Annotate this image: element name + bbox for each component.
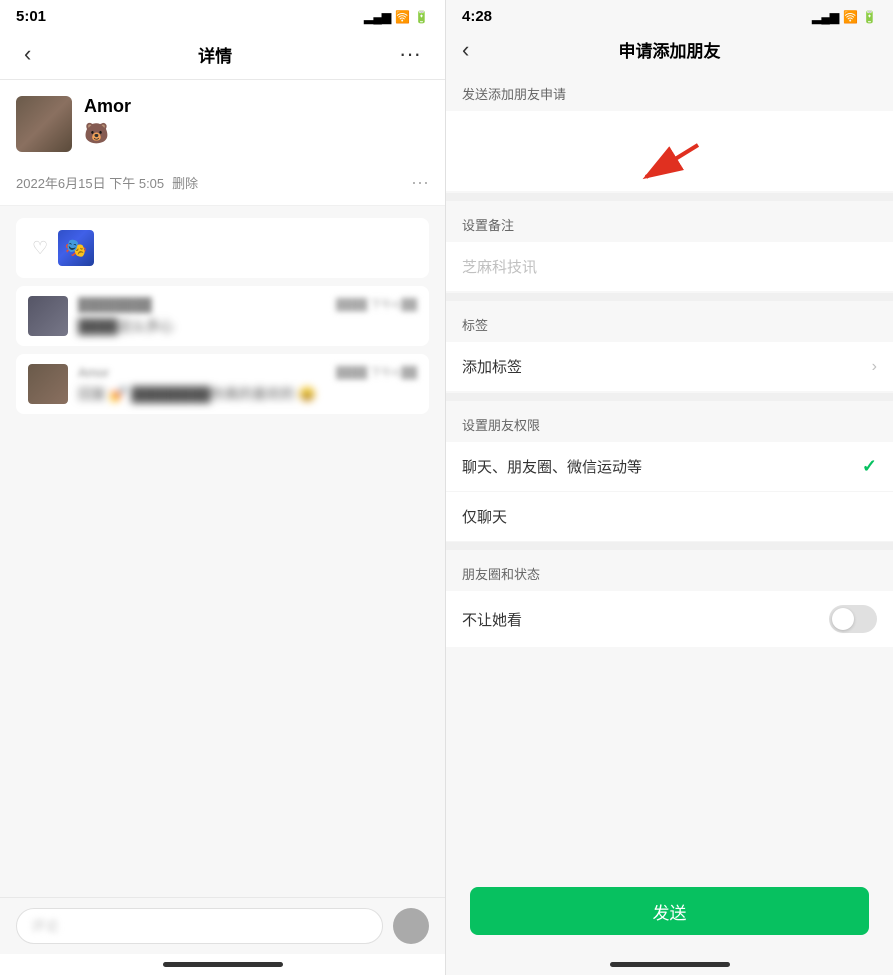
send-request-label: 发送添加朋友申请 — [446, 70, 893, 111]
left-panel: 5:01 ▂▄▆ 🛜 🔋 ‹ 详情 ··· Amor 🐻 2022年6月15日 … — [0, 0, 446, 975]
like-avatar-image: 🎭 — [58, 230, 94, 266]
avatar-image — [16, 96, 72, 152]
right-wifi-icon: 🛜 — [843, 10, 858, 24]
post-avatar-2 — [28, 364, 68, 404]
comment-placeholder: 评论 — [31, 916, 59, 936]
right-battery-icon: 🔋 — [862, 10, 877, 24]
note-input[interactable]: 芝麻科技讯 — [446, 242, 893, 291]
battery-icon: 🔋 — [414, 10, 429, 24]
add-tag-label: 添加标签 — [462, 356, 522, 377]
profile-section: Amor 🐻 — [0, 80, 445, 168]
tag-section-label: 标签 — [446, 301, 893, 342]
note-label: 设置备注 — [446, 201, 893, 242]
send-button[interactable]: 发送 — [470, 887, 869, 935]
post-header-1: ████████ ████ 下午4:██ — [78, 296, 417, 312]
message-input-area[interactable] — [446, 111, 893, 191]
meta-bar: 2022年6月15日 下午 5:05 删除 ··· — [0, 168, 445, 206]
post-content-2: Amor ████ 下午4:██ 回复 💅 ████████你真的喜欢的 😄 — [78, 364, 417, 404]
tag-row[interactable]: 添加标签 › — [446, 342, 893, 391]
profile-info: Amor 🐻 — [84, 96, 131, 146]
left-time: 5:01 — [16, 8, 46, 25]
divider-4 — [446, 542, 893, 550]
right-nav-title: 申请添加朋友 — [619, 37, 721, 62]
toggle-knob — [832, 608, 854, 630]
meta-more-button[interactable]: ··· — [411, 172, 429, 193]
bottom-user-avatar — [393, 908, 429, 944]
post-date: 2022年6月15日 下午 5:05 — [16, 173, 164, 192]
left-bottom-bar: 评论 — [0, 897, 445, 954]
signal-icon: ▂▄▆ — [364, 10, 391, 24]
moments-section-label: 朋友圈和状态 — [446, 550, 893, 591]
post-text-2: 回复 💅 ████████你真的喜欢的 😄 — [78, 386, 316, 402]
post-text-1: ████这么多心 — [78, 318, 174, 334]
right-status-bar: 4:28 ▂▄▆ 🛜 🔋 — [446, 0, 893, 29]
like-avatar: 🎭 — [58, 230, 94, 266]
wifi-icon: 🛜 — [395, 10, 410, 24]
check-icon: ✓ — [862, 456, 877, 477]
left-more-button[interactable]: ··· — [391, 37, 429, 71]
left-status-icons: ▂▄▆ 🛜 🔋 — [364, 10, 429, 24]
post-username-1: ████████ — [78, 297, 152, 312]
like-section: ♡ 🎭 — [16, 218, 429, 278]
red-arrow-indicator — [630, 131, 710, 196]
post-time-1: ████ 下午4:██ — [336, 296, 417, 312]
right-panel: 4:28 ▂▄▆ 🛜 🔋 ‹ 申请添加朋友 发送添加朋友申请 — [446, 0, 893, 975]
right-nav-bar: ‹ 申请添加朋友 — [446, 29, 893, 70]
post-avatar-1 — [28, 296, 68, 336]
profile-emoji: 🐻 — [84, 121, 131, 146]
left-back-button[interactable]: ‹ — [16, 37, 39, 71]
posts-area: ♡ 🎭 ████████ ████ 下午4:██ ████这么多心 Amor — [0, 206, 445, 897]
divider-2 — [446, 293, 893, 301]
divider-3 — [446, 393, 893, 401]
permission-option-1[interactable]: 聊天、朋友圈、微信运动等 ✓ — [446, 442, 893, 492]
send-btn-container: 发送 — [446, 887, 893, 935]
right-time: 4:28 — [462, 8, 492, 25]
permission-option-1-text: 聊天、朋友圈、微信运动等 — [462, 456, 642, 477]
profile-name: Amor — [84, 96, 131, 117]
right-back-button[interactable]: ‹ — [462, 37, 469, 63]
right-signal-icon: ▂▄▆ — [812, 10, 839, 24]
permission-option-2[interactable]: 仅聊天 — [446, 492, 893, 542]
post-item: ████████ ████ 下午4:██ ████这么多心 — [16, 286, 429, 346]
delete-button[interactable]: 删除 — [172, 173, 198, 192]
tag-chevron-icon: › — [872, 358, 877, 376]
left-home-indicator — [0, 954, 445, 975]
moments-row: 不让她看 — [446, 591, 893, 647]
right-status-icons: ▂▄▆ 🛜 🔋 — [812, 10, 877, 24]
avatar — [16, 96, 72, 152]
toggle-switch[interactable] — [829, 605, 877, 633]
left-home-bar — [163, 962, 283, 967]
permission-label: 设置朋友权限 — [446, 401, 893, 442]
send-button-label: 发送 — [653, 899, 687, 924]
right-home-indicator — [446, 954, 893, 975]
post-item-2: Amor ████ 下午4:██ 回复 💅 ████████你真的喜欢的 😄 — [16, 354, 429, 414]
post-username-2: Amor — [78, 365, 109, 380]
left-nav-bar: ‹ 详情 ··· — [0, 29, 445, 80]
post-header-2: Amor ████ 下午4:██ — [78, 364, 417, 380]
moments-option-label: 不让她看 — [462, 609, 522, 630]
comment-input[interactable]: 评论 — [16, 908, 383, 944]
form-content: 发送添加朋友申请 设置备注 芝麻科技讯 标签 — [446, 70, 893, 975]
right-home-bar — [610, 962, 730, 967]
left-nav-title: 详情 — [198, 42, 232, 67]
post-content-1: ████████ ████ 下午4:██ ████这么多心 — [78, 296, 417, 336]
left-status-bar: 5:01 ▂▄▆ 🛜 🔋 — [0, 0, 445, 29]
note-placeholder-text: 芝麻科技讯 — [462, 259, 537, 276]
heart-icon: ♡ — [32, 238, 48, 259]
permission-option-2-text: 仅聊天 — [462, 506, 507, 527]
post-time-2: ████ 下午4:██ — [336, 364, 417, 380]
